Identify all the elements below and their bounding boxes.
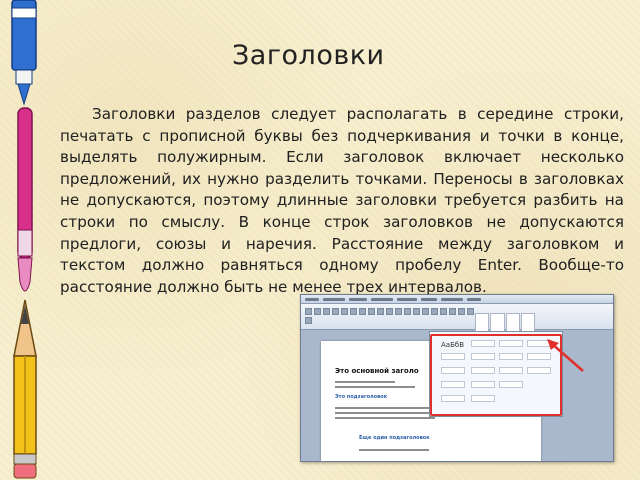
word-screenshot: Это основной заголо Это подзаголовок Еще… xyxy=(300,294,614,462)
blue-marker-icon xyxy=(11,0,37,106)
screenshot-doc-title: Это основной заголо xyxy=(335,367,419,375)
screenshot-heading-1: Это подзаголовок xyxy=(335,394,388,400)
yellow-pencil-icon xyxy=(13,299,37,479)
screenshot-heading-2: Еще один подзаголовок xyxy=(359,435,430,441)
body-paragraph: Заголовки разделов следует располагать в… xyxy=(60,105,624,296)
screenshot-ribbon xyxy=(301,304,613,335)
screenshot-menubar xyxy=(301,295,613,304)
pointer-arrow-icon xyxy=(547,339,584,372)
pink-brush-icon xyxy=(17,107,33,292)
decorative-stationery xyxy=(11,0,37,479)
slide-title: Заголовки xyxy=(232,40,385,71)
